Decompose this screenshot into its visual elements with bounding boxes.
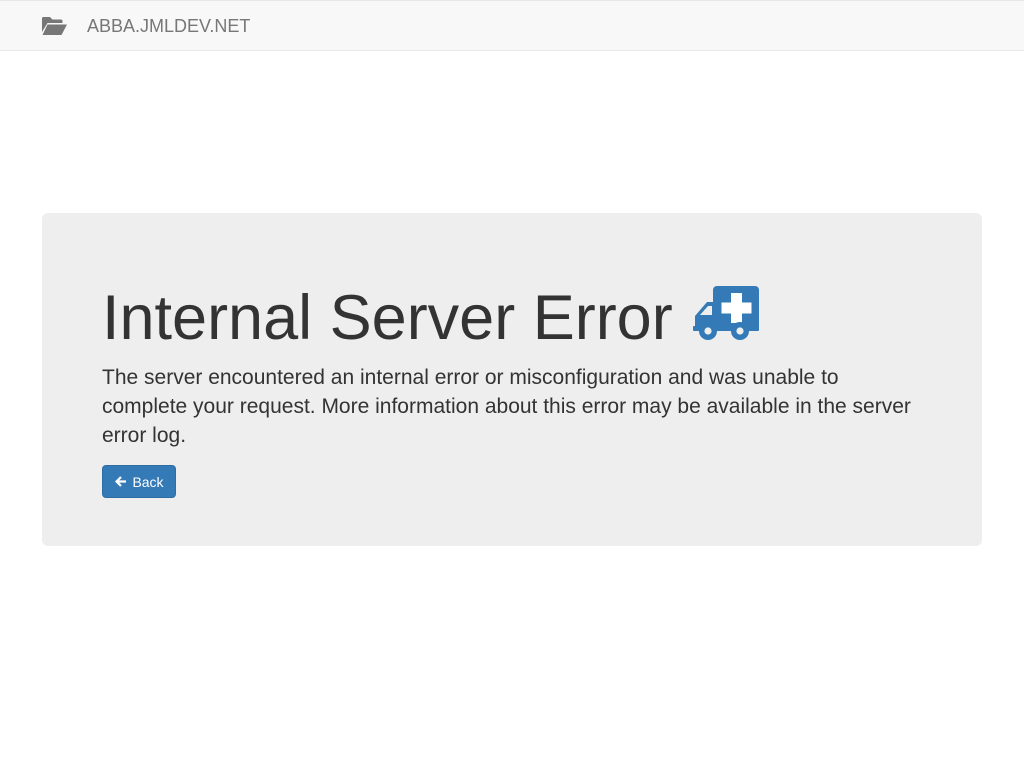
back-button-label: Back: [132, 473, 164, 490]
error-heading: Internal Server Error: [102, 282, 759, 354]
brand-title: ABBA.JMLDEV.NET: [87, 16, 251, 36]
folder-open-icon: [41, 16, 68, 36]
arrow-left-icon: [114, 475, 127, 488]
page-title: Internal Server Error: [102, 283, 673, 353]
ambulance-icon: [692, 286, 759, 342]
error-panel: Internal Server Error The server encount…: [42, 213, 982, 546]
back-button[interactable]: Back: [102, 465, 176, 498]
brand-link[interactable]: ABBA.JMLDEV.NET: [41, 14, 250, 38]
navbar: ABBA.JMLDEV.NET: [0, 0, 1024, 51]
error-message: The server encountered an internal error…: [102, 366, 911, 447]
